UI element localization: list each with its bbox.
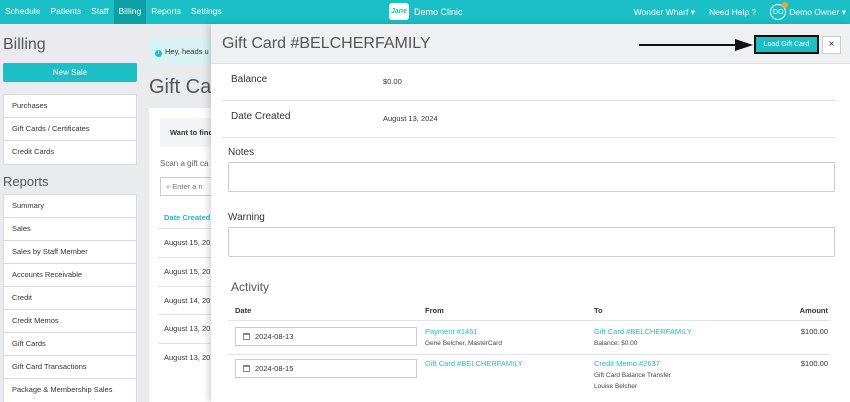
divider — [158, 257, 219, 258]
info-notice: i Hey, heads u — [149, 37, 219, 65]
sidebar-item-gift-cards[interactable]: Gift Cards — [4, 333, 136, 356]
table-row[interactable]: August 15, 20 — [164, 267, 210, 276]
table-row[interactable]: August 13, 20 — [164, 353, 210, 362]
from-detail: Gene Belcher, MasterCard — [425, 340, 502, 347]
divider — [158, 228, 219, 229]
sidebar-item-gift-cards-certificates[interactable]: Gift Cards / Certificates — [4, 118, 136, 141]
gift-card-link[interactable]: Gift Card #BELCHERFAMILY — [594, 327, 692, 336]
table-row[interactable]: August 13, 20 — [164, 324, 210, 333]
notes-label: Notes — [228, 147, 255, 158]
new-sale-button[interactable]: New Sale — [3, 63, 137, 82]
close-button[interactable]: × — [822, 36, 841, 54]
nav-patients[interactable]: Patients — [45, 0, 86, 24]
balance-label: Balance — [231, 74, 268, 85]
nav-billing[interactable]: Billing — [113, 0, 147, 24]
reports-menu: Summary Sales Sales by Staff Member Acco… — [3, 194, 137, 402]
chevron-down-icon: ▾ — [690, 6, 695, 17]
gift-card-link[interactable]: Gift Card #BELCHERFAMILY — [425, 359, 523, 368]
date-field[interactable]: 2024-08-13 — [235, 327, 417, 346]
notes-textarea[interactable] — [228, 162, 835, 192]
annotation-arrow-icon — [639, 39, 753, 51]
divider — [158, 314, 219, 315]
date-created-header[interactable]: Date Created — [164, 213, 210, 222]
column-to: To — [594, 306, 603, 315]
jane-logo-icon: Jane — [389, 3, 409, 20]
sidebar-item-accounts-receivable[interactable]: Accounts Receivable — [4, 264, 136, 287]
to-detail-name: Louise Belcher — [594, 383, 637, 390]
divider — [158, 286, 219, 287]
nav-schedule[interactable]: Schedule — [0, 0, 45, 24]
sidebar-item-sales[interactable]: Sales — [4, 218, 136, 241]
divider — [158, 343, 219, 344]
column-date: Date — [235, 306, 252, 315]
top-nav: Schedule Patients Staff Billing Reports … — [0, 0, 850, 24]
nav-settings[interactable]: Settings — [186, 0, 227, 24]
avatar[interactable]: DO — [770, 2, 789, 20]
date-created-value: August 13, 2024 — [383, 114, 438, 123]
sidebar: Billing New Sale Purchases Gift Cards / … — [0, 24, 140, 402]
balance-row: Balance $0.00 — [222, 64, 836, 101]
load-gift-card-button[interactable]: Load Gift Card — [754, 35, 819, 54]
date-value: 2024-08-15 — [255, 364, 294, 373]
search-icon: ⌕ — [166, 182, 171, 191]
sidebar-item-purchases[interactable]: Purchases — [4, 95, 136, 118]
location-label: Wonder Wharf — [633, 6, 689, 17]
to-detail: Balance: $0.00 — [594, 340, 638, 347]
gift-card-panel: Want to find Scan a gift ca ⌕ Enter a n … — [149, 108, 222, 402]
sidebar-item-gift-card-transactions[interactable]: Gift Card Transactions — [4, 356, 136, 379]
date-field[interactable]: 2024-08-15 — [235, 359, 417, 378]
amount: $100.00 — [800, 327, 828, 336]
notification-dot-icon — [782, 2, 789, 8]
user-name: Demo Owner — [789, 6, 840, 17]
amount: $100.00 — [800, 359, 828, 368]
sidebar-item-credit-memos[interactable]: Credit Memos — [4, 310, 136, 333]
location-dropdown[interactable]: Wonder Wharf ▾ — [634, 7, 695, 18]
nav-staff[interactable]: Staff — [86, 0, 113, 24]
scan-instructions: Scan a gift ca — [160, 159, 209, 168]
info-icon: i — [155, 50, 162, 57]
modal-title: Gift Card #BELCHERFAMILY — [222, 35, 431, 52]
clinic-name: Demo Clinic — [414, 6, 463, 17]
sidebar-item-credit[interactable]: Credit — [4, 287, 136, 310]
chevron-down-icon: ▾ — [841, 6, 846, 17]
avatar-initials: DO — [773, 8, 784, 16]
user-menu[interactable]: Demo Owner ▾ — [789, 7, 846, 18]
divider — [228, 354, 830, 355]
gift-card-modal: Gift Card #BELCHERFAMILY Load Gift Card … — [211, 24, 850, 402]
sidebar-item-sales-by-staff[interactable]: Sales by Staff Member — [4, 241, 136, 264]
billing-menu: Purchases Gift Cards / Certificates Cred… — [3, 94, 137, 165]
divider — [228, 320, 830, 321]
main-nav: Schedule Patients Staff Billing Reports … — [0, 0, 227, 24]
brand[interactable]: Jane Demo Clinic — [389, 3, 463, 20]
balance-value: $0.00 — [383, 77, 402, 86]
info-notice-text: Hey, heads u — [165, 47, 209, 56]
nav-reports[interactable]: Reports — [146, 0, 186, 24]
table-row[interactable]: August 14, 20 — [164, 296, 210, 305]
payment-link[interactable]: Payment #1461 — [425, 327, 478, 336]
sidebar-item-summary[interactable]: Summary — [4, 195, 136, 218]
activity-title: Activity — [231, 280, 270, 294]
table-row[interactable]: August 15, 20 — [164, 238, 210, 247]
help-link[interactable]: Need Help ? — [709, 7, 756, 17]
date-created-row: Date Created August 13, 2024 — [222, 101, 836, 138]
reports-title: Reports — [3, 174, 49, 189]
column-from: From — [425, 306, 444, 315]
sidebar-title: Billing — [3, 36, 46, 53]
calendar-icon — [243, 333, 250, 340]
credit-memo-link[interactable]: Credit Memo #2637 — [594, 359, 660, 368]
sidebar-item-credit-cards[interactable]: Credit Cards — [4, 141, 136, 164]
search-placeholder: Enter a n — [172, 182, 203, 191]
warning-textarea[interactable] — [228, 227, 835, 257]
sidebar-item-package-membership-sales[interactable]: Package & Membership Sales — [4, 379, 136, 402]
column-amount: Amount — [799, 306, 828, 315]
nav-right: Wonder Wharf ▾ Need Help ? DO Demo Owner… — [634, 0, 850, 24]
to-detail: Gift Card Balance Transfer — [594, 372, 671, 379]
date-created-label: Date Created — [231, 111, 291, 122]
calendar-icon — [243, 365, 250, 372]
warning-label: Warning — [228, 212, 265, 223]
help-label: Need Help — [708, 7, 750, 17]
question-icon: ? — [751, 7, 757, 17]
date-value: 2024-08-13 — [255, 332, 294, 341]
